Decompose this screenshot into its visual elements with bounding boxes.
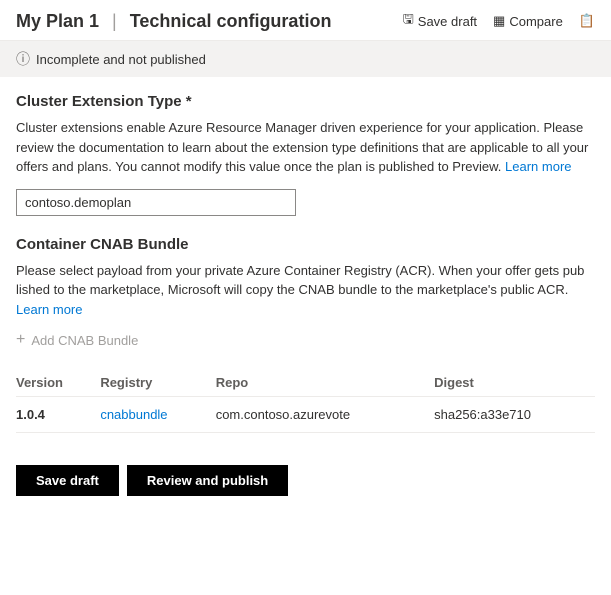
footer-buttons: Save draft Review and publish (16, 457, 595, 496)
cluster-extension-learn-more[interactable]: Learn more (505, 159, 571, 174)
add-bundle-label: Add CNAB Bundle (31, 333, 138, 348)
info-icon: ⓘ (16, 49, 30, 69)
compare-button[interactable]: ▦ Compare (493, 13, 563, 29)
table-row: 1.0.4 cnabbundle com.contoso.azurevote s… (16, 397, 595, 433)
cluster-extension-description: Cluster extensions enable Azure Resource… (16, 118, 595, 177)
status-message: Incomplete and not published (36, 52, 206, 67)
review-publish-button[interactable]: Review and publish (127, 465, 288, 496)
cnab-bundle-description: Please select payload from your private … (16, 261, 595, 320)
row-digest: sha256:a33e710 (434, 397, 595, 433)
col-digest: Digest (434, 369, 595, 397)
table-header-row: Version Registry Repo Digest (16, 369, 595, 397)
save-draft-button[interactable]: Save draft (16, 465, 119, 496)
cluster-extension-title: Cluster Extension Type * (16, 93, 595, 110)
plan-name: My Plan 1 (16, 11, 99, 31)
section-name: Technical configuration (130, 11, 332, 31)
cnab-bundle-table: Version Registry Repo Digest 1.0.4 cnabb… (16, 369, 595, 433)
col-repo: Repo (216, 369, 434, 397)
row-registry[interactable]: cnabbundle (100, 397, 215, 433)
cnab-bundle-learn-more[interactable]: Learn more (16, 302, 82, 317)
copy-button[interactable]: 📋 (579, 13, 595, 29)
header-actions: 🖫 Save draft ▦ Compare 📋 (403, 10, 595, 32)
save-icon: 🖫 (403, 10, 414, 32)
row-version: 1.0.4 (16, 397, 100, 433)
page-header: My Plan 1 | Technical configuration 🖫 Sa… (0, 0, 611, 41)
compare-icon: ▦ (493, 13, 505, 29)
col-registry: Registry (100, 369, 215, 397)
row-repo: com.contoso.azurevote (216, 397, 434, 433)
title-separator: | (112, 11, 117, 31)
cluster-extension-input[interactable] (16, 189, 296, 216)
main-content: Cluster Extension Type * Cluster extensi… (0, 77, 611, 512)
col-version: Version (16, 369, 100, 397)
header-title: My Plan 1 | Technical configuration (16, 11, 403, 32)
save-draft-header-button[interactable]: 🖫 Save draft (403, 10, 477, 32)
cluster-extension-section: Cluster Extension Type * Cluster extensi… (16, 93, 595, 216)
cnab-bundle-section: Container CNAB Bundle Please select payl… (16, 236, 595, 434)
plus-icon: + (16, 331, 25, 349)
cnab-bundle-title: Container CNAB Bundle (16, 236, 595, 253)
status-bar: ⓘ Incomplete and not published (0, 41, 611, 77)
copy-icon: 📋 (579, 13, 595, 29)
add-cnab-bundle-button[interactable]: + Add CNAB Bundle (16, 331, 595, 349)
